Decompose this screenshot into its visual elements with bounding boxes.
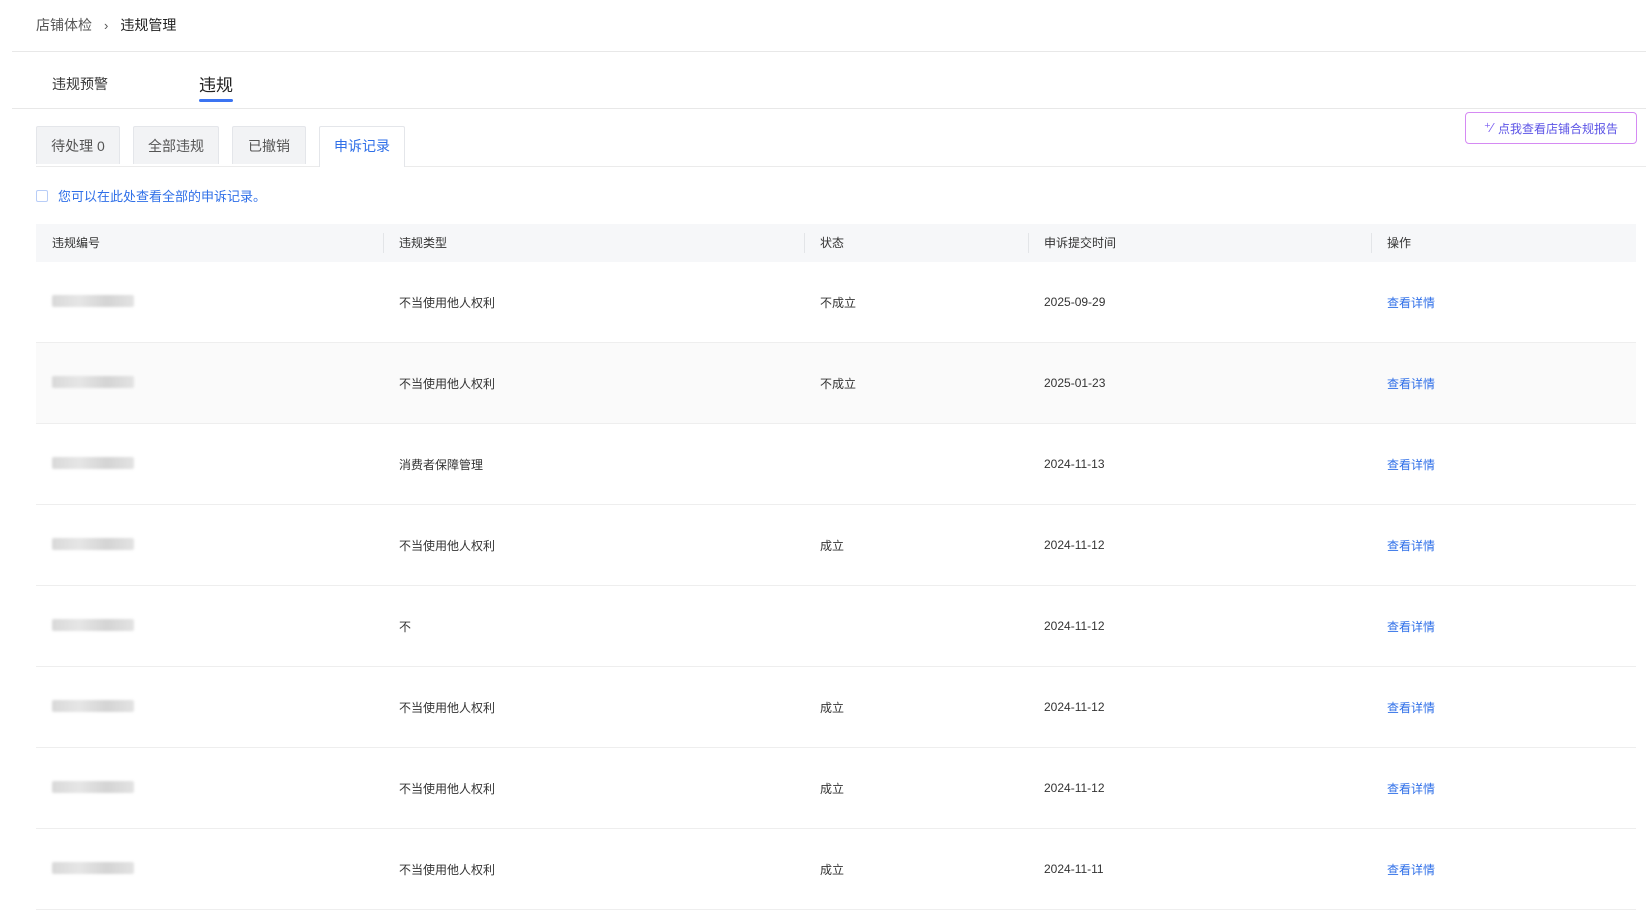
view-details-link[interactable]: 查看详情 — [1387, 620, 1435, 634]
table-row: 不当使用他人权利 成立 2024-11-12 查看详情 — [36, 667, 1636, 748]
submit-time-cell: 2024-11-12 — [1044, 781, 1105, 795]
table-row: 不当使用他人权利 不成立 2025-01-23 查看详情 — [36, 343, 1636, 424]
violation-id-cell — [36, 861, 383, 877]
table-row: 不当使用他人权利 成立 2024-11-12 查看详情 — [36, 748, 1636, 829]
status-cell: 成立 — [820, 781, 845, 796]
view-details-link[interactable]: 查看详情 — [1387, 377, 1435, 391]
redacted-id — [52, 699, 134, 712]
violation-type-cell: 不 — [399, 619, 412, 634]
table-row: 不 2024-11-12 查看详情 — [36, 586, 1636, 667]
submit-time-cell: 2024-11-12 — [1044, 619, 1105, 633]
breadcrumb-current: 违规管理 — [120, 17, 177, 33]
sparkle-icon: ⁺⁄ — [1483, 120, 1494, 135]
table-row: 消费者保障管理 2024-11-13 查看详情 — [36, 424, 1636, 505]
table-row: 不当使用他人权利 成立 2024-11-12 查看详情 — [36, 505, 1636, 586]
submit-time-cell: 2024-11-12 — [1044, 538, 1105, 552]
violation-id-cell — [36, 294, 383, 310]
redacted-id — [52, 861, 134, 874]
appeal-records-table: 违规编号 违规类型 状态 申诉提交时间 操作 不当使用他人权利 不成立 2025… — [36, 224, 1636, 910]
violation-type-cell: 不当使用他人权利 — [399, 781, 496, 796]
subtab-appeal-records[interactable]: 申诉记录 — [319, 126, 405, 167]
sub-tabs: 待处理 0 全部违规 已撤销 申诉记录 — [36, 126, 1646, 167]
main-tabs: 违规预警 违规 — [12, 52, 1646, 109]
view-details-link[interactable]: 查看详情 — [1387, 458, 1435, 472]
violation-id-cell — [36, 537, 383, 553]
breadcrumb-parent[interactable]: 店铺体检 — [36, 15, 92, 35]
violation-type-cell: 消费者保障管理 — [399, 457, 484, 472]
violation-id-cell — [36, 699, 383, 715]
tab-violation-warning[interactable]: 违规预警 — [52, 74, 108, 94]
status-cell: 成立 — [820, 862, 845, 877]
column-header: 违规类型 — [383, 224, 804, 262]
subtab-pending[interactable]: 待处理 0 — [36, 126, 120, 164]
view-details-link[interactable]: 查看详情 — [1387, 782, 1435, 796]
violation-type-cell: 不当使用他人权利 — [399, 538, 496, 553]
violation-type-cell: 不当使用他人权利 — [399, 295, 496, 310]
submit-time-cell: 2024-11-13 — [1044, 457, 1105, 471]
violation-id-cell — [36, 456, 383, 472]
column-header: 申诉提交时间 — [1028, 224, 1371, 262]
violation-id-cell — [36, 618, 383, 634]
violation-id-cell — [36, 375, 383, 391]
active-tab-underline — [199, 99, 233, 102]
compliance-report-button[interactable]: ⁺⁄ 点我查看店铺合规报告 — [1465, 112, 1637, 144]
info-icon — [36, 189, 48, 202]
status-cell: 成立 — [820, 538, 845, 553]
submit-time-cell: 2025-01-23 — [1044, 376, 1106, 390]
redacted-id — [52, 537, 134, 550]
tab-label: 违规预警 — [52, 76, 108, 92]
view-details-link[interactable]: 查看详情 — [1387, 539, 1435, 553]
subtab-all-violations[interactable]: 全部违规 — [133, 126, 219, 164]
violation-type-cell: 不当使用他人权利 — [399, 376, 496, 391]
redacted-id — [52, 294, 134, 307]
submit-time-cell: 2025-09-29 — [1044, 295, 1106, 309]
notice-text: 您可以在此处查看全部的申诉记录。 — [58, 189, 267, 204]
submit-time-cell: 2024-11-11 — [1044, 862, 1104, 876]
violation-type-cell: 不当使用他人权利 — [399, 862, 496, 877]
notice-bar: 您可以在此处查看全部的申诉记录。 — [36, 186, 266, 205]
view-details-link[interactable]: 查看详情 — [1387, 296, 1435, 310]
violation-type-cell: 不当使用他人权利 — [399, 700, 496, 715]
status-cell: 成立 — [820, 700, 845, 715]
redacted-id — [52, 780, 134, 793]
view-details-link[interactable]: 查看详情 — [1387, 701, 1435, 715]
redacted-id — [52, 375, 134, 388]
status-cell: 不成立 — [820, 376, 857, 391]
submit-time-cell: 2024-11-12 — [1044, 700, 1105, 714]
violation-id-cell — [36, 780, 383, 796]
status-cell: 不成立 — [820, 295, 857, 310]
subtab-revoked[interactable]: 已撤销 — [232, 126, 306, 164]
redacted-id — [52, 618, 134, 631]
tab-label: 违规 — [199, 76, 233, 95]
table-row: 不当使用他人权利 不成立 2025-09-29 查看详情 — [36, 262, 1636, 343]
tab-violation[interactable]: 违规 — [199, 71, 233, 102]
breadcrumb: 店铺体检 › 违规管理 — [36, 14, 176, 36]
column-header: 状态 — [804, 224, 1028, 262]
view-details-link[interactable]: 查看详情 — [1387, 863, 1435, 877]
column-header: 违规编号 — [52, 236, 101, 250]
chevron-right-icon: › — [104, 17, 109, 33]
table-row: 不当使用他人权利 成立 2024-11-11 查看详情 — [36, 829, 1636, 910]
report-button-label: 点我查看店铺合规报告 — [1498, 121, 1619, 136]
table-header: 违规编号 违规类型 状态 申诉提交时间 操作 — [36, 224, 1636, 262]
redacted-id — [52, 456, 134, 469]
column-header: 操作 — [1371, 224, 1636, 262]
